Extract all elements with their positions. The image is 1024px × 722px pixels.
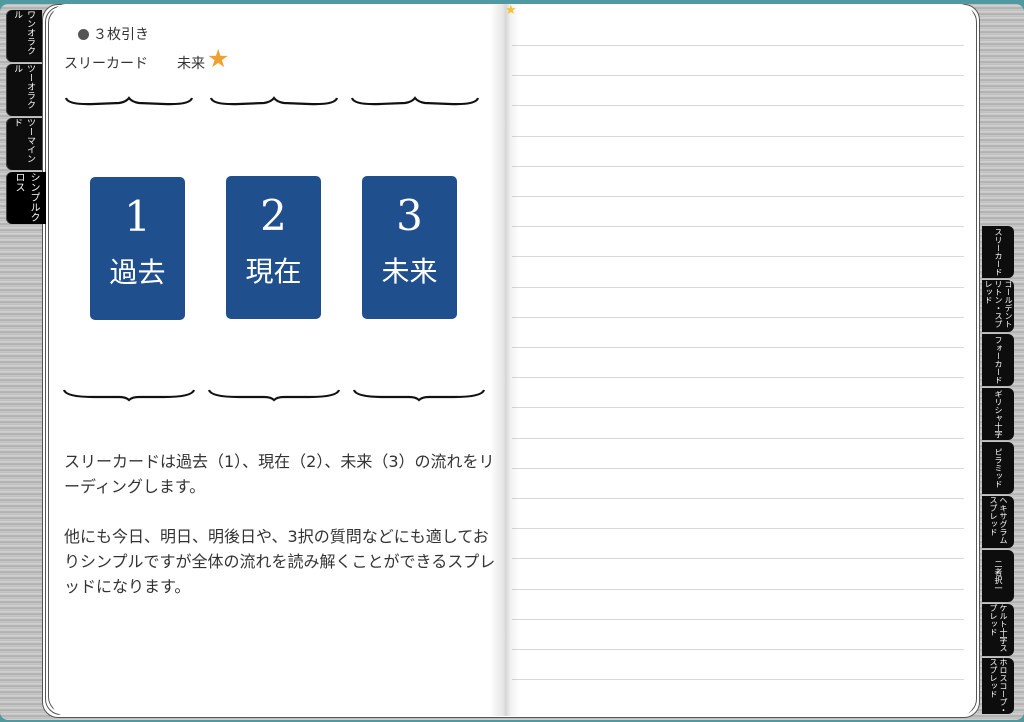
ruled-line: [512, 589, 964, 590]
tab-label: フォーカード: [994, 336, 1003, 384]
star-icon: ★: [207, 44, 230, 73]
bottom-brace-3: [352, 389, 486, 402]
card-number: 2: [260, 191, 287, 240]
tab-one-oracle[interactable]: ワンオラクル: [6, 10, 42, 62]
tab-four-card[interactable]: フォーカード: [982, 334, 1014, 386]
description-paragraph: スリーカードは過去（1）、現在（2）、未来（3）の流れをリーディングします。: [64, 452, 495, 496]
card-label: 未来: [381, 255, 438, 288]
tab-greek-cross[interactable]: ギリシャ十字: [982, 388, 1014, 440]
ruled-line: [512, 649, 964, 650]
tab-two-oracle[interactable]: ツーオラクル: [6, 64, 42, 116]
tab-label: 二者択一: [994, 560, 1003, 592]
top-brace-2: [209, 96, 339, 106]
tab-label: ワンオラクル: [12, 10, 35, 55]
ruled-line: [512, 317, 964, 318]
tab-label: ピラミッド: [994, 448, 1003, 488]
tab-label: シンプルクロス: [13, 172, 39, 222]
spread-description: スリーカードは過去（1）、現在（2）、未来（3）の流れをリーディングします。 他…: [64, 449, 504, 624]
ruled-line: [512, 377, 964, 378]
card-position-1[interactable]: 1 過去: [90, 177, 185, 320]
bookmark-star-icon: ★: [505, 3, 517, 18]
card-position-2[interactable]: 2 現在: [226, 176, 321, 319]
ruled-line: [512, 619, 964, 620]
top-brace-3: [350, 96, 480, 106]
ruled-line: [512, 166, 964, 167]
section-title-text: ３枚引き: [93, 27, 149, 43]
description-paragraph: 他にも今日、明日、明後日や、3択の質問などにも適しておりシンプルですが全体の流れ…: [64, 527, 496, 596]
ruled-line: [512, 256, 964, 257]
rating-label: 未来: [177, 56, 205, 72]
ruled-line: [512, 679, 964, 680]
card-label: 過去: [109, 256, 166, 289]
tab-label: ヘキサグラムスプレッド: [989, 496, 1008, 544]
tab-three-card[interactable]: スリーカード: [982, 226, 1014, 278]
section-title: ３枚引き: [78, 24, 149, 44]
bottom-brace-2: [207, 389, 341, 402]
tab-two-choice[interactable]: 二者択一: [982, 550, 1014, 602]
tab-label: スリーカード: [994, 228, 1003, 276]
spread-name: スリーカード: [64, 56, 148, 72]
tab-horoscope-spread[interactable]: ホロスコープ・スプレッド: [982, 658, 1014, 714]
ruled-line: [512, 45, 964, 46]
tab-label: ツーマインド: [12, 118, 35, 163]
tab-golden-triton[interactable]: ゴールデントリトン・スプレッド: [982, 280, 1014, 332]
ruled-line: [512, 226, 964, 227]
top-brace-1: [64, 96, 194, 106]
tab-label: ゴールデントリトン・スプレッド: [984, 280, 1013, 328]
ruled-line: [512, 347, 964, 348]
card-position-3[interactable]: 3 未来: [362, 176, 457, 319]
tab-label: ケルト十字スプレッド: [989, 604, 1008, 652]
ruled-line: [512, 105, 964, 106]
ruled-line: [512, 438, 964, 439]
tab-hexagram-spread[interactable]: ヘキサグラムスプレッド: [982, 496, 1014, 548]
card-number: 1: [124, 192, 151, 241]
tab-pyramid[interactable]: ピラミッド: [982, 442, 1014, 494]
tab-celtic-cross[interactable]: ケルト十字スプレッド: [982, 604, 1014, 656]
tab-simple-cross[interactable]: シンプルクロス: [6, 172, 46, 224]
tab-label: ホロスコープ・スプレッド: [989, 658, 1008, 714]
ruled-line: [512, 136, 964, 137]
bullet-icon: [78, 29, 89, 40]
ruled-line: [512, 498, 964, 499]
card-label: 現在: [245, 255, 302, 288]
ruled-line: [512, 528, 964, 529]
ruled-line: [512, 468, 964, 469]
ruled-line: [512, 75, 964, 76]
tab-label: ギリシャ十字: [994, 390, 1003, 438]
bottom-brace-1: [62, 389, 196, 402]
ruled-line: [512, 196, 964, 197]
ruled-line: [512, 558, 964, 559]
card-number: 3: [396, 191, 423, 240]
tab-label: ツーオラクル: [12, 64, 35, 109]
ruled-line: [512, 407, 964, 408]
tab-two-mind[interactable]: ツーマインド: [6, 118, 42, 170]
ruled-line: [512, 287, 964, 288]
right-page: [506, 4, 974, 716]
